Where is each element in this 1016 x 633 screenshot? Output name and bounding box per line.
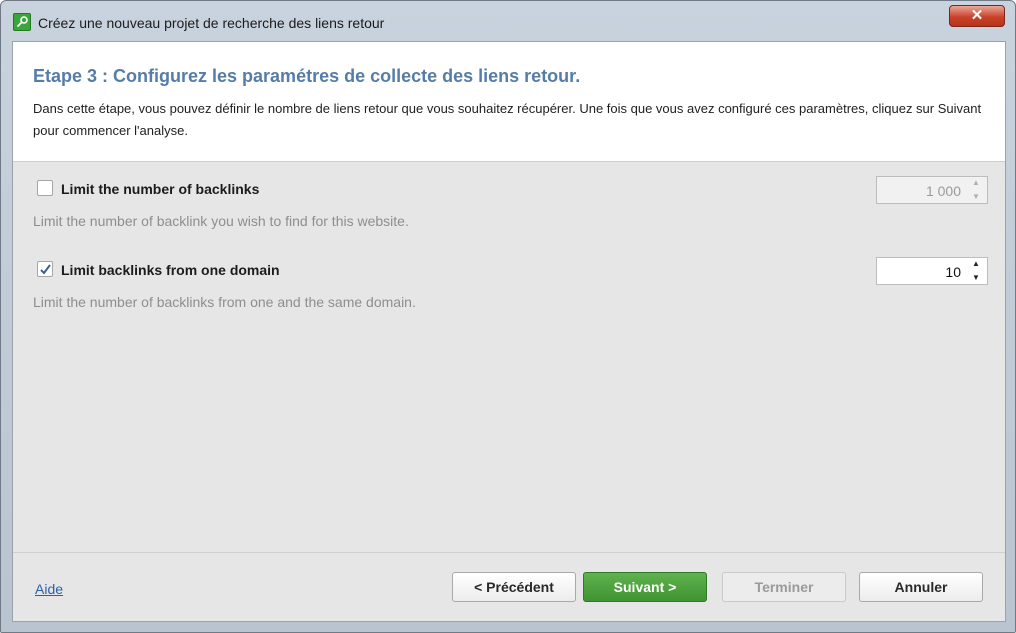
step-title: Etape 3 : Configurez les paramétres de c… xyxy=(33,66,581,86)
limit-domain-spinner[interactable]: 10 ▲ ▼ xyxy=(876,257,988,285)
close-icon: ✕ xyxy=(970,7,984,24)
link-icon xyxy=(13,13,31,31)
limit-backlinks-spinner: 1 000 ▲ ▼ xyxy=(876,176,988,204)
step-header: Etape 3 : Configurez les paramétres de c… xyxy=(13,42,1005,162)
spin-up-icon[interactable]: ▲ xyxy=(966,258,986,270)
finish-button: Terminer xyxy=(722,572,846,602)
limit-domain-checkbox[interactable] xyxy=(37,261,53,277)
wizard-body: Etape 3 : Configurez les paramétres de c… xyxy=(12,41,1006,622)
title-bar[interactable]: Créez une nouveau projet de recherche de… xyxy=(1,1,1015,41)
checkmark-icon xyxy=(40,264,51,275)
option-limit-domain: Limit backlinks from one domain 10 ▲ ▼ xyxy=(13,257,1005,287)
limit-backlinks-value: 1 000 xyxy=(925,183,961,199)
spin-down-icon: ▼ xyxy=(972,192,980,201)
close-button[interactable]: ✕ xyxy=(949,5,1005,27)
spin-down-icon[interactable]: ▼ xyxy=(966,272,986,284)
wizard-window: Créez une nouveau projet de recherche de… xyxy=(0,0,1016,633)
limit-domain-label[interactable]: Limit backlinks from one domain xyxy=(61,262,280,278)
window-title: Créez une nouveau projet de recherche de… xyxy=(38,15,385,31)
limit-backlinks-hint: Limit the number of backlink you wish to… xyxy=(33,213,409,229)
cancel-button[interactable]: Annuler xyxy=(859,572,983,602)
step-description: Dans cette étape, vous pouvez définir le… xyxy=(33,101,982,138)
limit-backlinks-checkbox[interactable] xyxy=(37,180,53,196)
next-button[interactable]: Suivant > xyxy=(583,572,707,602)
previous-button[interactable]: < Précédent xyxy=(452,572,576,602)
option-limit-backlinks: Limit the number of backlinks 1 000 ▲ ▼ xyxy=(13,176,1005,206)
limit-domain-value[interactable]: 10 xyxy=(945,264,961,280)
limit-domain-hint: Limit the number of backlinks from one a… xyxy=(33,294,416,310)
footer-divider xyxy=(13,552,1005,553)
help-link[interactable]: Aide xyxy=(35,581,63,597)
limit-backlinks-label[interactable]: Limit the number of backlinks xyxy=(61,181,259,197)
spin-up-icon: ▲ xyxy=(972,178,980,187)
